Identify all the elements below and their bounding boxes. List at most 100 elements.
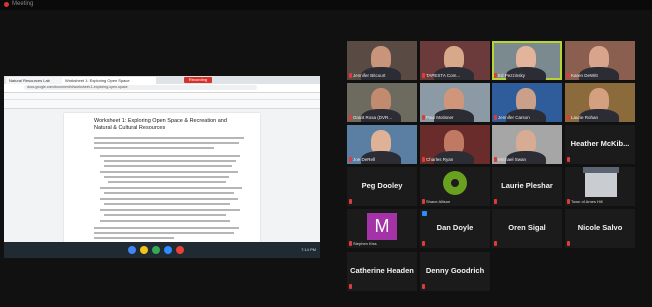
muted-mic-icon xyxy=(494,73,497,78)
participant-tile[interactable]: Jennifer Bitcourt xyxy=(347,41,417,80)
document-page: Worksheet 1: Exploring Open Space & Recr… xyxy=(64,113,260,242)
document-text-line xyxy=(100,171,238,173)
document-text-line xyxy=(94,147,214,149)
muted-mic-icon xyxy=(349,157,352,162)
muted-mic-icon xyxy=(422,115,425,120)
document-text-line xyxy=(94,142,239,144)
participant-tile[interactable]: Nicole Salvo xyxy=(565,209,635,248)
participant-tile[interactable]: Oren Sigal xyxy=(492,209,562,248)
participant-tile[interactable]: TAPESTA Com... xyxy=(420,41,490,80)
muted-mic-icon xyxy=(349,115,352,120)
folder-icon[interactable] xyxy=(140,246,148,254)
muted-mic-icon xyxy=(422,73,425,78)
participant-name: Laurie Rohan xyxy=(571,115,599,120)
participant-name: Jennifer Bitcourt xyxy=(353,73,386,78)
browser-tab-active[interactable]: Worksheet 1: Exploring Open Space xyxy=(62,77,156,84)
recording-indicator: Recording xyxy=(184,77,212,83)
participant-name: Catherine Headen xyxy=(350,266,414,275)
participant-tile[interactable]: Catherine Headen xyxy=(347,252,417,291)
participant-tile[interactable]: Joe DeRell xyxy=(347,125,417,164)
muted-mic-icon xyxy=(422,157,425,162)
muted-mic-icon xyxy=(422,284,425,289)
participant-tile[interactable]: Ed Pezzinsky xyxy=(492,41,562,80)
document-text-line xyxy=(104,165,232,167)
participant-tile[interactable]: Jennifer Carson xyxy=(492,83,562,122)
app-icon[interactable] xyxy=(152,246,160,254)
participant-name: Paul Motisner xyxy=(426,115,454,120)
document-text-line xyxy=(108,181,226,183)
muted-mic-icon xyxy=(349,199,352,204)
participant-tile[interactable]: Laurie Rohan xyxy=(565,83,635,122)
participant-name: Dan Doyle xyxy=(436,223,474,232)
shared-screen: Natural Resources Lab Worksheet 1: Explo… xyxy=(4,76,320,258)
participant-name: Shane Allison xyxy=(426,199,451,204)
muted-mic-icon xyxy=(567,199,570,204)
muted-mic-icon xyxy=(494,199,497,204)
document-text-line xyxy=(100,187,242,189)
document-text-line xyxy=(94,237,174,239)
document-text-line xyxy=(94,227,239,229)
participant-name: Michael Swan xyxy=(498,157,527,162)
document-text-line xyxy=(104,203,230,205)
participant-name: Oren Sigal xyxy=(508,223,546,232)
document-text-line xyxy=(104,176,229,178)
participant-tile[interactable]: Grant Rosa (DVR... xyxy=(347,83,417,122)
muted-mic-icon xyxy=(494,241,497,246)
participant-name: Town of Ames Hill xyxy=(571,199,603,204)
participant-name: Heather McKib... xyxy=(570,139,630,148)
participant-tile[interactable]: M Stephen Kiss xyxy=(347,209,417,248)
participant-tile[interactable]: Shane Allison xyxy=(420,167,490,206)
participant-tile[interactable]: Michael Swan xyxy=(492,125,562,164)
document-area: Worksheet 1: Exploring Open Space & Recr… xyxy=(4,109,320,242)
muted-mic-icon xyxy=(349,284,352,289)
document-text-line xyxy=(100,220,230,222)
document-text-line xyxy=(100,209,240,211)
participant-name: Jennifer Carson xyxy=(498,115,530,120)
raised-hand-icon xyxy=(422,211,427,216)
muted-mic-icon xyxy=(567,241,570,246)
muted-mic-icon xyxy=(422,241,425,246)
document-text-line xyxy=(104,214,226,216)
docs-toolbar xyxy=(4,100,320,109)
participant-avatar: M xyxy=(367,213,397,240)
document-text-line xyxy=(104,160,236,162)
recording-dot-icon xyxy=(4,2,9,7)
participant-tile[interactable]: Denny Goodrich xyxy=(420,252,490,291)
browser-tab-strip: Natural Resources Lab Worksheet 1: Explo… xyxy=(4,76,320,84)
zoom-icon[interactable] xyxy=(164,246,172,254)
muted-mic-icon xyxy=(494,157,497,162)
participant-name: Stephen Kiss xyxy=(353,241,377,246)
document-text-line xyxy=(94,232,234,234)
meeting-top-bar: Meeting xyxy=(0,0,652,10)
participant-name: Nicole Salvo xyxy=(577,223,623,232)
participant-tile[interactable]: Town of Ames Hill xyxy=(565,167,635,206)
url-field[interactable]: docs.google.com/document/d/worksheet-1-e… xyxy=(24,85,257,90)
participant-name: Karen DeWitt xyxy=(571,73,598,78)
participant-tile[interactable]: Heather McKib... xyxy=(565,125,635,164)
participant-tile[interactable]: Peg Dooley xyxy=(347,167,417,206)
participant-name: Charles Ryan xyxy=(426,157,454,162)
os-taskbar: 7:14 PM xyxy=(4,242,320,258)
participant-tile[interactable]: Karen DeWitt xyxy=(565,41,635,80)
chrome-icon[interactable] xyxy=(128,246,136,254)
document-title: Worksheet 1: Exploring Open Space & Recr… xyxy=(94,118,227,131)
muted-mic-icon xyxy=(494,115,497,120)
participant-name: Grant Rosa (DVR... xyxy=(353,115,393,120)
muted-mic-icon xyxy=(422,199,425,204)
bookmarks-bar xyxy=(4,93,320,100)
app-icon[interactable] xyxy=(176,246,184,254)
muted-mic-icon xyxy=(567,157,570,162)
camera-shutter-logo-icon xyxy=(451,179,459,187)
muted-mic-icon xyxy=(349,241,352,246)
muted-mic-icon xyxy=(349,73,352,78)
participant-name: Ed Pezzinsky xyxy=(498,73,526,78)
document-text-line xyxy=(94,137,244,139)
participant-tile[interactable]: Charles Ryan xyxy=(420,125,490,164)
document-text-line xyxy=(100,198,238,200)
browser-tab[interactable]: Natural Resources Lab xyxy=(6,77,64,84)
participant-tile[interactable]: Paul Motisner xyxy=(420,83,490,122)
window-title: Meeting xyxy=(12,1,34,7)
participant-tile[interactable]: Laurie Pleshar xyxy=(492,167,562,206)
document-text-line xyxy=(104,192,234,194)
participant-tile[interactable]: Dan Doyle xyxy=(420,209,490,248)
